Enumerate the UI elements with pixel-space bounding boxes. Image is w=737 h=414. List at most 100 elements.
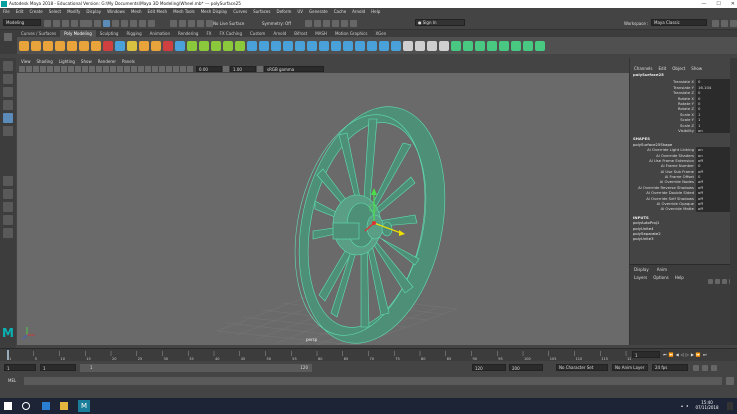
scale-tool-icon[interactable] <box>3 126 13 136</box>
shelf-tab-motion-graphics[interactable]: Motion Graphics <box>331 30 372 37</box>
viewport-menu-view[interactable]: View <box>21 58 31 65</box>
render-settings-icon[interactable] <box>332 20 339 27</box>
snap-grid-icon[interactable] <box>170 20 177 27</box>
shelf-tab-fx[interactable]: FX <box>202 30 215 37</box>
save-scene-icon[interactable] <box>62 20 69 27</box>
mel-label[interactable]: MEL <box>8 378 16 383</box>
shelf-tool-21-icon[interactable] <box>259 40 269 51</box>
shelf-tab-fx-caching[interactable]: FX Caching <box>216 30 246 37</box>
gate-mask-icon[interactable] <box>68 66 74 72</box>
channel-tab-object[interactable]: Object <box>672 66 685 72</box>
exposure-icon[interactable] <box>187 66 193 72</box>
motion-blur-icon[interactable] <box>166 66 172 72</box>
shelf-tab-rendering[interactable]: Rendering <box>174 30 202 37</box>
smooth-shade-icon[interactable] <box>103 66 109 72</box>
toggle-tool-settings-icon[interactable] <box>730 20 737 27</box>
grid-toggle-icon[interactable] <box>47 66 53 72</box>
snap-view-plane-icon[interactable] <box>197 20 204 27</box>
ambient-occlusion-icon[interactable] <box>159 66 165 72</box>
playback-start-field[interactable]: 1 <box>40 364 76 371</box>
fps-selector[interactable]: 24 fps <box>652 364 688 371</box>
menu-help[interactable]: Help <box>371 8 380 16</box>
layer-tab-anim[interactable]: Anim <box>657 267 667 273</box>
shelf-tool-41-icon[interactable] <box>499 40 509 51</box>
new-layer-icon[interactable] <box>722 279 727 284</box>
shelf-tool-3-icon[interactable] <box>43 40 53 51</box>
object-name[interactable]: polySurface25 <box>630 72 737 77</box>
file-explorer-icon[interactable] <box>60 402 68 410</box>
shelf-tool-19-icon[interactable] <box>235 40 245 51</box>
shelf-tool-17-icon[interactable] <box>211 40 221 51</box>
step-back-icon[interactable]: ◀ <box>676 352 679 357</box>
shelf-tool-34-icon[interactable] <box>415 40 425 51</box>
shelf-tool-40-icon[interactable] <box>487 40 497 51</box>
shelf-tab-xgen[interactable]: XGen <box>371 30 390 37</box>
select-curve-icon[interactable] <box>130 20 137 27</box>
hierarchy-icon[interactable] <box>85 20 92 27</box>
hypershade-icon[interactable] <box>341 20 348 27</box>
shelf-tool-26-icon[interactable] <box>319 40 329 51</box>
menu-uv[interactable]: UV <box>297 8 303 16</box>
layer-tab-display[interactable]: Display <box>634 267 649 273</box>
playhead[interactable] <box>7 350 9 360</box>
mel-input[interactable] <box>24 377 722 385</box>
workspace-selector[interactable]: Maya Classic <box>651 19 707 26</box>
goto-start-icon[interactable]: ⏮ <box>663 352 667 357</box>
shelf-tab-sculpting[interactable]: Sculpting <box>96 30 123 37</box>
shelf-tool-27-icon[interactable] <box>331 40 341 51</box>
cortana-icon[interactable] <box>22 402 30 410</box>
network-icon[interactable]: ▴ <box>681 403 683 408</box>
maximize-button[interactable]: ☐ <box>716 0 720 8</box>
toggle-channel-box-icon[interactable] <box>721 20 728 27</box>
shelf-tab-arnold[interactable]: Arnold <box>269 30 290 37</box>
menu-modify[interactable]: Modify <box>67 8 80 16</box>
anim-prefs-icon[interactable] <box>702 365 708 371</box>
anim-layer-selector[interactable]: No Anim Layer <box>612 364 648 371</box>
snap-point-icon[interactable] <box>188 20 195 27</box>
wireframe-icon[interactable] <box>96 66 102 72</box>
depth-of-field-icon[interactable] <box>180 66 186 72</box>
menu-mesh-tools[interactable]: Mesh Tools <box>173 8 195 16</box>
shelf-tool-4-icon[interactable] <box>55 40 65 51</box>
shelf-tool-29-icon[interactable] <box>355 40 365 51</box>
xray-icon[interactable] <box>145 66 151 72</box>
move-tool-icon[interactable] <box>3 100 13 110</box>
character-set-selector[interactable]: No Character Set <box>556 364 608 371</box>
shelf-tool-24-icon[interactable] <box>295 40 305 51</box>
safe-title-icon[interactable] <box>89 66 95 72</box>
playback-end-field[interactable]: 120 <box>472 364 506 371</box>
layout-icon-3[interactable] <box>3 228 13 238</box>
no-live-surface-label[interactable]: No Live Surface <box>213 20 244 27</box>
shadows-icon[interactable] <box>138 66 144 72</box>
menu-cache[interactable]: Cache <box>334 8 346 16</box>
shelf-tool-15-icon[interactable] <box>187 40 197 51</box>
shelf-tool-20-icon[interactable] <box>247 40 257 51</box>
toggle-attribute-editor-icon[interactable] <box>712 20 719 27</box>
sign-in-button[interactable]: ● Sign In <box>415 19 465 26</box>
auto-key-icon[interactable] <box>693 365 699 371</box>
image-plane-icon[interactable] <box>40 66 46 72</box>
shelf-tool-12-icon[interactable] <box>151 40 161 51</box>
notifications-icon[interactable] <box>727 402 733 410</box>
bookmark-icon[interactable] <box>33 66 39 72</box>
scene-start-field[interactable]: 1 <box>4 364 36 371</box>
arnold-render-icon[interactable] <box>350 20 357 27</box>
layer-menu-layers[interactable]: Layers <box>634 275 647 281</box>
edge-browser-icon[interactable] <box>42 402 50 410</box>
play-forward-icon[interactable]: ▷ <box>686 352 689 357</box>
channel-tab-show[interactable]: Show <box>691 66 702 72</box>
textured-icon[interactable] <box>124 66 130 72</box>
move-layer-up-icon[interactable] <box>708 279 713 284</box>
viewport-menu-renderer[interactable]: Renderer <box>98 58 116 65</box>
snap-curve-icon[interactable] <box>179 20 186 27</box>
shelf-tab-rigging[interactable]: Rigging <box>122 30 145 37</box>
shelf-tool-33-icon[interactable] <box>403 40 413 51</box>
mode-selector[interactable]: Modeling <box>3 19 41 26</box>
close-button[interactable]: ✕ <box>731 0 735 8</box>
menu-mesh-display[interactable]: Mesh Display <box>201 8 228 16</box>
shelf-tool-6-icon[interactable] <box>79 40 89 51</box>
shelf-tool-31-icon[interactable] <box>379 40 389 51</box>
use-all-lights-icon[interactable] <box>131 66 137 72</box>
menu-mesh[interactable]: Mesh <box>131 8 142 16</box>
select-handle-icon[interactable] <box>112 20 119 27</box>
